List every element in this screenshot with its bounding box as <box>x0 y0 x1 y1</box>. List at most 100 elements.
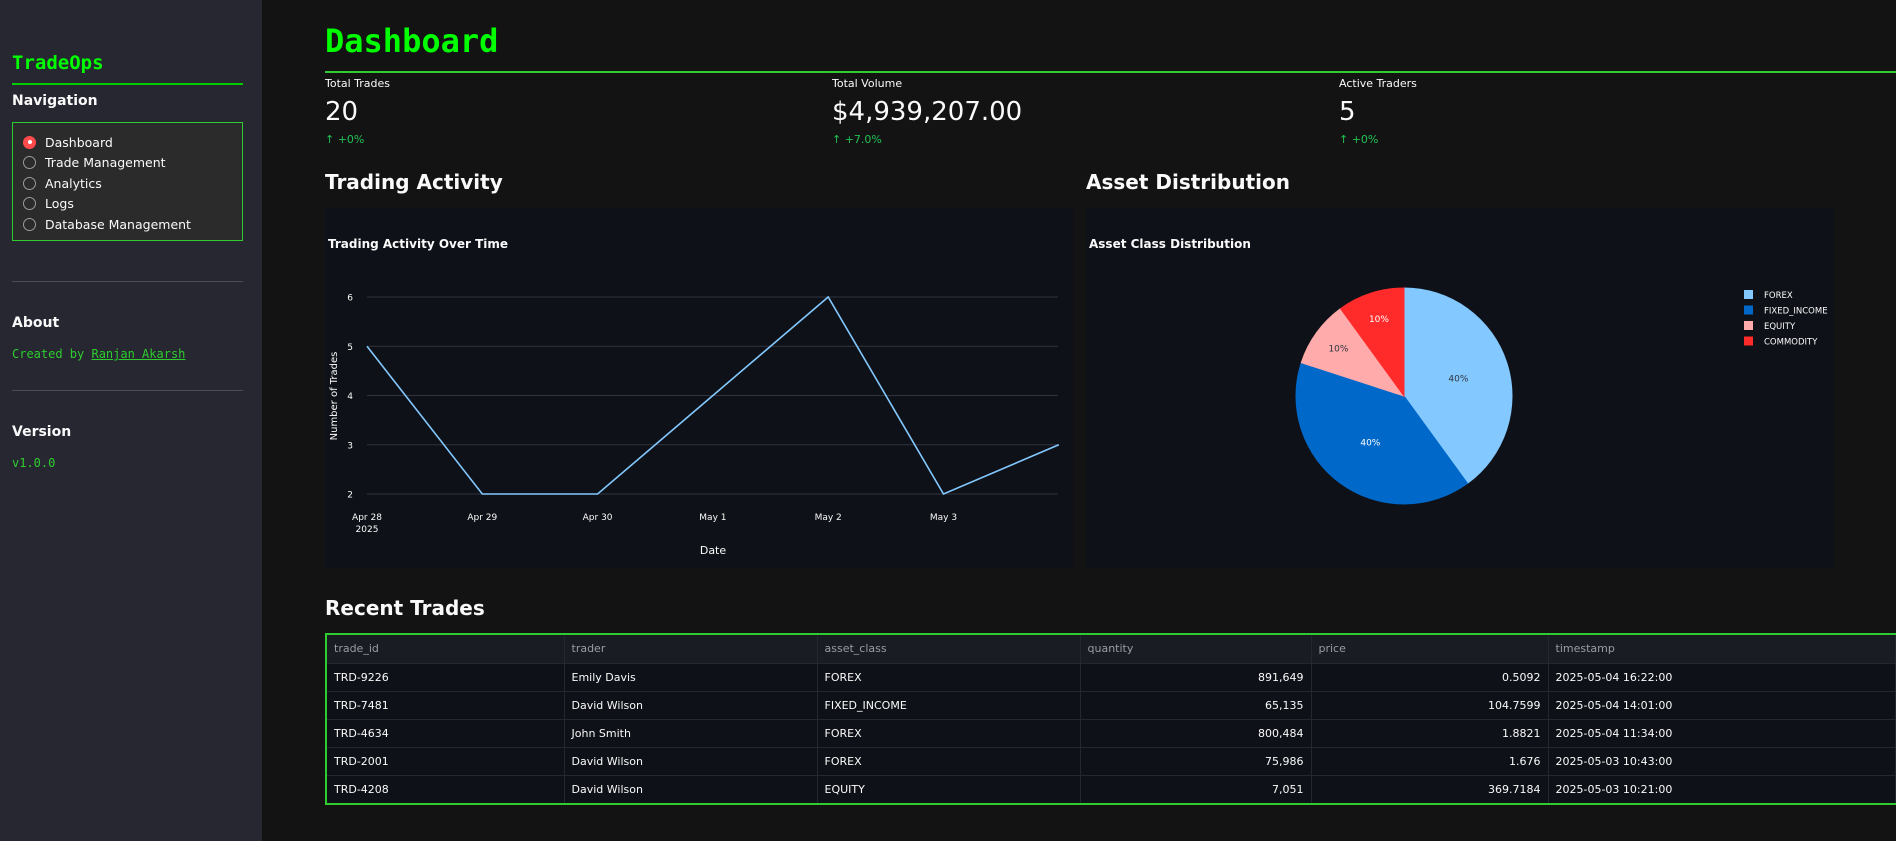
radio-icon[interactable] <box>23 176 36 190</box>
column-header[interactable]: asset_class <box>817 635 1081 663</box>
section-heading-recent: Recent Trades <box>325 596 485 620</box>
nav-item-label: Database Management <box>45 216 191 232</box>
metric-total-volume: Total Volume $4,939,207.00 ↑ +7.0% <box>832 77 1022 146</box>
table-cell-asset-class[interactable]: FIXED_INCOME <box>817 690 1081 719</box>
legend-label[interactable]: FIXED_INCOME <box>1764 307 1828 317</box>
recent-trades-table[interactable]: trade_id trader asset_class quantity pri… <box>325 633 1896 805</box>
table-cell-trader[interactable]: David Wilson <box>564 774 818 803</box>
legend-label[interactable]: FOREX <box>1764 291 1793 301</box>
nav-item-label: Trade Management <box>45 155 166 171</box>
table-cell-price[interactable]: 369.7184 <box>1311 774 1549 803</box>
legend-swatch[interactable] <box>1744 336 1753 346</box>
nav-item-logs[interactable]: Logs <box>23 194 232 215</box>
section-heading-activity: Trading Activity <box>325 170 503 194</box>
table-cell-timestamp[interactable]: 2025-05-03 10:21:00 <box>1548 774 1896 803</box>
metric-delta-value: +7.0% <box>844 133 882 146</box>
pie-slice-label: 10% <box>1369 315 1389 325</box>
pie-chart-panel[interactable]: Asset Class Distribution 40% 40% 10% 10% FOR… <box>1086 208 1834 568</box>
metric-value: 5 <box>1339 97 1356 127</box>
table-row[interactable]: TRD-4634 John Smith FOREX 800,484 1.8821 2025… <box>327 718 1896 747</box>
table-cell-timestamp[interactable]: 2025-05-03 10:43:00 <box>1548 746 1896 775</box>
table-header-row: trade_id trader asset_class quantity pri… <box>327 635 1896 663</box>
radio-icon[interactable] <box>23 197 36 211</box>
table-cell-asset-class[interactable]: EQUITY <box>817 774 1081 803</box>
page-title: Dashboard <box>325 22 499 60</box>
table-cell-trade-id[interactable]: TRD-2001 <box>327 746 565 775</box>
pie-slice-label: 40% <box>1360 438 1380 448</box>
pie-slice-label: 10% <box>1328 344 1348 354</box>
table-cell-trade-id[interactable]: TRD-4208 <box>327 774 565 803</box>
column-header[interactable]: trader <box>564 635 818 663</box>
arrow-up-icon: ↑ <box>832 133 842 146</box>
table-cell-price[interactable]: 1.676 <box>1311 746 1549 775</box>
arrow-up-icon: ↑ <box>1339 133 1349 146</box>
legend-swatch[interactable] <box>1744 305 1753 315</box>
about-heading: About <box>12 315 60 331</box>
pie-chart[interactable]: 40% 40% 10% 10% FOREX FIXED_INCOME EQUITY COMMO… <box>1086 208 1834 568</box>
legend-label[interactable]: COMMODITY <box>1764 338 1818 348</box>
nav-item-trade-management[interactable]: Trade Management <box>23 153 232 174</box>
radio-selected-icon[interactable] <box>23 135 36 149</box>
metric-delta: ↑ +0% <box>325 133 390 146</box>
column-header[interactable]: price <box>1311 635 1549 663</box>
table-cell-asset-class[interactable]: FOREX <box>817 746 1081 775</box>
table-cell-trade-id[interactable]: TRD-7481 <box>327 690 565 719</box>
brand-title: TradeOps <box>12 52 104 74</box>
table-cell-quantity[interactable]: 65,135 <box>1080 690 1312 719</box>
table-cell-timestamp[interactable]: 2025-05-04 14:01:00 <box>1548 690 1896 719</box>
line-chart[interactable]: 2 3 4 5 6 Apr 28 2025 Apr 29 Apr 30 May 1 May 2 May… <box>325 208 1073 568</box>
table-cell-quantity[interactable]: 800,484 <box>1080 718 1312 747</box>
column-header[interactable]: timestamp <box>1548 635 1896 663</box>
navigation-heading: Navigation <box>12 93 98 109</box>
table-cell-trader[interactable]: John Smith <box>564 718 818 747</box>
sidebar-divider <box>12 390 243 391</box>
line-chart-panel[interactable]: Trading Activity Over Time 2 3 4 5 6 Apr 28 20… <box>325 208 1073 568</box>
table-row[interactable]: TRD-4208 David Wilson EQUITY 7,051 369.7184 2… <box>327 774 1896 803</box>
table-row[interactable]: TRD-9226 Emily Davis FOREX 891,649 0.5092 202… <box>327 662 1896 691</box>
x-tick-label: May 2 <box>815 513 842 523</box>
table-cell-trade-id[interactable]: TRD-4634 <box>327 718 565 747</box>
table-cell-quantity[interactable]: 891,649 <box>1080 662 1312 691</box>
legend-label[interactable]: EQUITY <box>1764 322 1796 332</box>
table-cell-timestamp[interactable]: 2025-05-04 16:22:00 <box>1548 662 1896 691</box>
nav-item-database-management[interactable]: Database Management <box>23 214 232 235</box>
y-tick-label: 2 <box>347 491 353 501</box>
brand-divider <box>12 83 243 85</box>
x-tick-label: Apr 30 <box>583 513 613 523</box>
table-cell-quantity[interactable]: 7,051 <box>1080 774 1312 803</box>
table-cell-quantity[interactable]: 75,986 <box>1080 746 1312 775</box>
table-cell-price[interactable]: 0.5092 <box>1311 662 1549 691</box>
table-cell-trader[interactable]: David Wilson <box>564 690 818 719</box>
metric-delta-value: +0% <box>337 133 365 146</box>
radio-icon[interactable] <box>23 156 36 170</box>
radio-icon[interactable] <box>23 217 36 231</box>
table-cell-price[interactable]: 104.7599 <box>1311 690 1549 719</box>
x-tick-label: Apr 28 2025 <box>352 513 382 535</box>
arrow-up-icon: ↑ <box>325 133 335 146</box>
table-row[interactable]: TRD-2001 David Wilson FOREX 75,986 1.676 2025… <box>327 746 1896 775</box>
metric-label: Total Trades <box>325 77 391 90</box>
nav-item-label: Dashboard <box>45 134 113 150</box>
author-link[interactable]: Ranjan Akarsh <box>91 347 185 361</box>
table-cell-asset-class[interactable]: FOREX <box>817 662 1081 691</box>
nav-item-analytics[interactable]: Analytics <box>23 173 232 194</box>
nav-item-dashboard[interactable]: Dashboard <box>23 132 232 153</box>
table-cell-trader[interactable]: David Wilson <box>564 746 818 775</box>
metric-total-trades: Total Trades 20 ↑ +0% <box>325 77 390 146</box>
table-cell-asset-class[interactable]: FOREX <box>817 718 1081 747</box>
about-prefix: Created by <box>12 347 85 361</box>
nav-item-label: Logs <box>45 196 74 212</box>
table-row[interactable]: TRD-7481 David Wilson FIXED_INCOME 65,135 10… <box>327 690 1896 719</box>
table-cell-timestamp[interactable]: 2025-05-04 11:34:00 <box>1548 718 1896 747</box>
metric-delta-value: +0% <box>1351 133 1379 146</box>
column-header[interactable]: trade_id <box>327 635 565 663</box>
table-cell-price[interactable]: 1.8821 <box>1311 718 1549 747</box>
y-tick-label: 6 <box>347 294 353 304</box>
table-cell-trader[interactable]: Emily Davis <box>564 662 818 691</box>
legend-swatch[interactable] <box>1744 321 1753 330</box>
column-header[interactable]: quantity <box>1080 635 1312 663</box>
legend-swatch[interactable] <box>1744 290 1753 299</box>
main-content: Dashboard Total Trades 20 ↑ +0% Total Vo… <box>262 0 1896 841</box>
table-cell-trade-id[interactable]: TRD-9226 <box>327 662 565 691</box>
sidebar: TradeOps Navigation Dashboard Trade Mana… <box>0 0 262 841</box>
